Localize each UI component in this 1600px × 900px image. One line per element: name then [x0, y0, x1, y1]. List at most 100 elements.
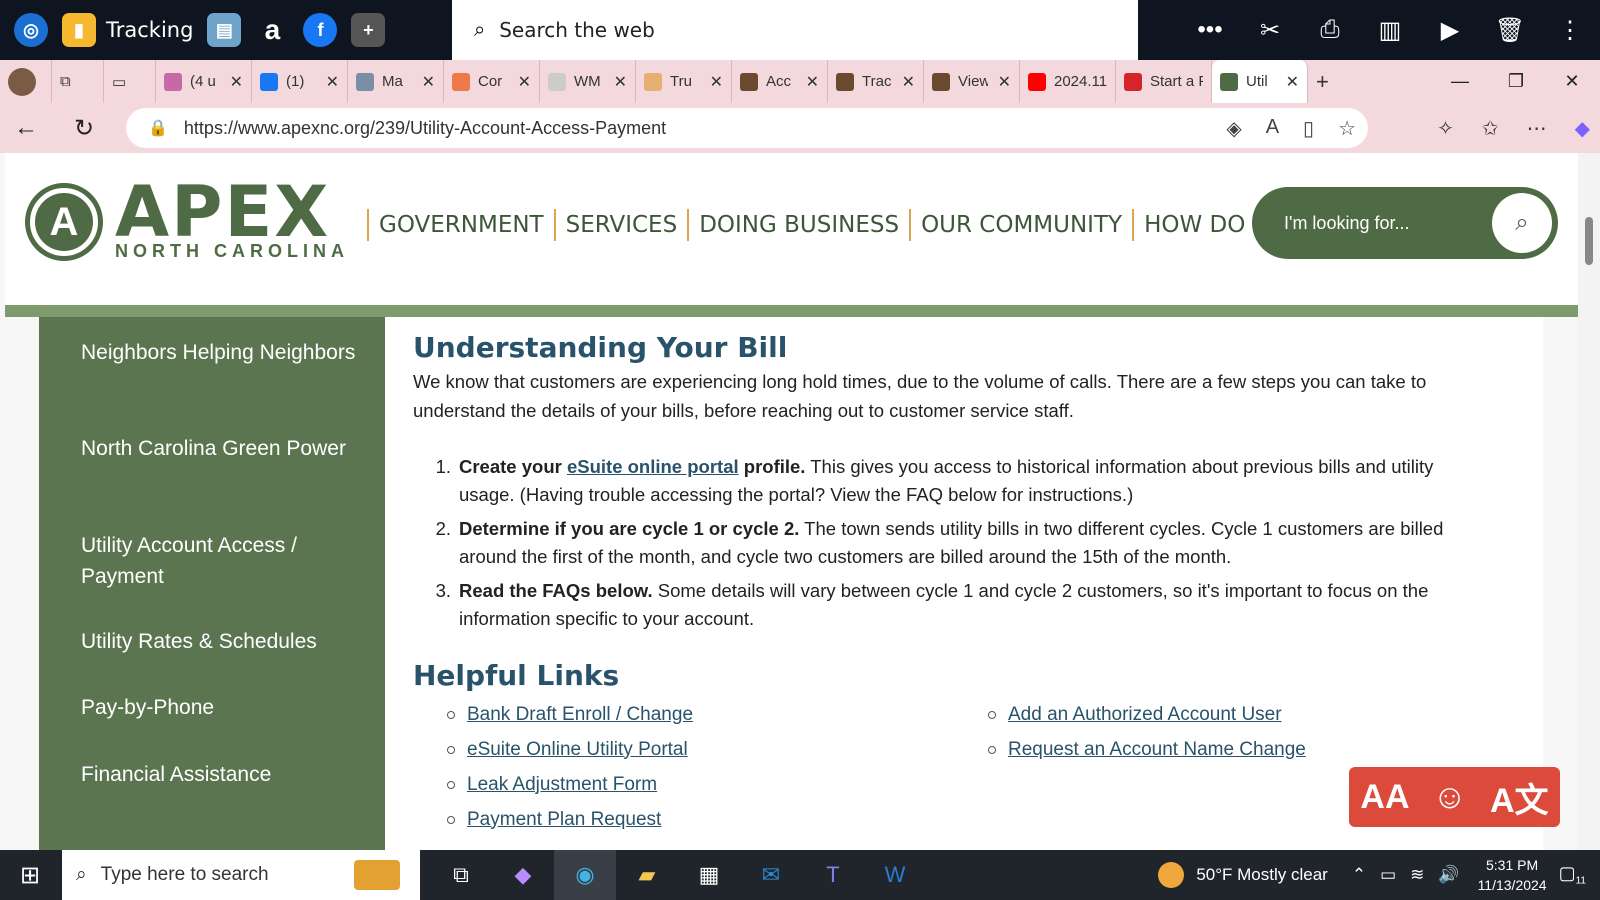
back-button[interactable]: ← — [0, 103, 52, 153]
word-icon[interactable]: W — [864, 850, 926, 900]
play-icon[interactable]: ▶ — [1420, 0, 1480, 60]
browser-tab[interactable]: 2024.11. — [1020, 60, 1116, 103]
close-window-icon[interactable]: ✕ — [1544, 60, 1600, 103]
settings-more-icon[interactable]: ⋯ — [1527, 116, 1547, 141]
chevron-up-icon[interactable]: ⌃ — [1352, 865, 1366, 885]
add-icon[interactable]: + — [351, 13, 386, 47]
tab-close-icon[interactable]: ✕ — [1286, 72, 1299, 92]
sidebar-item-financial-assistance[interactable]: Financial Assistance — [81, 759, 371, 790]
sidebar-item-utility-account[interactable]: Utility Account Access / Payment — [81, 530, 371, 592]
notification-icon[interactable]: ▢11 — [1559, 863, 1586, 887]
read-aloud-icon[interactable]: A — [1266, 116, 1279, 141]
site-search-button[interactable]: ⌕ — [1492, 193, 1552, 253]
browser-tab[interactable]: WM ✕ — [540, 60, 636, 103]
link-payment-plan[interactable]: Payment Plan Request — [447, 802, 693, 837]
immersive-reader-icon[interactable]: ▯ — [1303, 116, 1314, 141]
link-name-change[interactable]: Request an Account Name Change — [988, 732, 1306, 767]
browser-tab[interactable]: Tru ✕ — [636, 60, 732, 103]
profile-avatar[interactable] — [0, 60, 52, 103]
edge-taskbar-icon[interactable]: ◉ — [554, 850, 616, 900]
nav-government[interactable]: GOVERNMENT — [367, 209, 554, 241]
nav-services[interactable]: SERVICES — [553, 209, 688, 241]
notes-icon[interactable]: ▤ — [207, 13, 242, 47]
taskbar-search-input[interactable]: ⌕ Type here to search — [62, 850, 420, 900]
browser-tab[interactable]: Acc ✕ — [732, 60, 828, 103]
link-authorized-user[interactable]: Add an Authorized Account User — [988, 697, 1306, 732]
amazon-icon[interactable]: a — [255, 13, 289, 47]
favorite-star-icon[interactable]: ☆ — [1338, 116, 1356, 141]
link-bank-draft[interactable]: Bank Draft Enroll / Change — [447, 697, 693, 732]
trash-icon[interactable]: 🗑 — [1480, 0, 1540, 60]
scrollbar-thumb[interactable] — [1585, 217, 1593, 265]
search-icon: ⌕ — [76, 864, 87, 885]
nav-our-community[interactable]: OUR COMMUNITY — [909, 209, 1132, 241]
apex-logo-icon[interactable]: A — [25, 183, 103, 261]
tab-close-icon[interactable]: ✕ — [422, 72, 435, 92]
tab-close-icon[interactable]: ✕ — [806, 72, 819, 92]
esuite-portal-link[interactable]: eSuite online portal — [567, 456, 739, 477]
more-icon[interactable]: ••• — [1180, 0, 1240, 60]
page-scrollbar[interactable] — [1578, 153, 1600, 850]
tab-close-icon[interactable]: ✕ — [518, 72, 531, 92]
extensions-icon[interactable]: ✧ — [1437, 116, 1454, 141]
wifi-icon[interactable]: ≋ — [1410, 865, 1424, 885]
logo-title[interactable]: APEX — [115, 177, 330, 247]
tab-close-icon[interactable]: ✕ — [902, 72, 915, 92]
clock[interactable]: 5:31 PM 11/13/2024 — [1478, 855, 1547, 895]
teams-icon[interactable]: T — [802, 850, 864, 900]
workspaces-icon[interactable]: ⧉ — [52, 60, 104, 103]
list-item: 3. Read the FAQs below. Some details wil… — [435, 580, 1429, 629]
browser-tab[interactable]: Util ✕ — [1212, 60, 1308, 103]
browser-tab[interactable]: Trac ✕ — [828, 60, 924, 103]
copilot-taskbar-icon[interactable]: ◆ — [492, 850, 554, 900]
tab-close-icon[interactable]: ✕ — [710, 72, 723, 92]
tab-close-icon[interactable]: ✕ — [230, 72, 243, 92]
windows-start-icon[interactable]: ⊞ — [0, 850, 60, 900]
browser-tab[interactable]: Ma ✕ — [348, 60, 444, 103]
sidebar-item-neighbors-helping[interactable]: Neighbors Helping Neighbors — [81, 337, 371, 368]
url-bar[interactable]: 🔒 https://www.apexnc.org/239/Utility-Acc… — [126, 108, 1368, 148]
tab-close-icon[interactable]: ✕ — [998, 72, 1011, 92]
battery-icon[interactable]: ▭ — [1380, 865, 1396, 885]
weather-widget[interactable]: 50°F Mostly clear — [1158, 862, 1328, 888]
browser-tab[interactable]: View an ✕ — [924, 60, 1020, 103]
task-view-icon[interactable]: ⧉ — [430, 850, 492, 900]
volume-icon[interactable]: 🔊 — [1438, 865, 1459, 885]
site-search-input[interactable]: I'm looking for... ⌕ — [1252, 187, 1558, 259]
facebook-icon[interactable]: f — [303, 13, 338, 47]
minimize-icon[interactable]: — — [1432, 60, 1488, 103]
browser-tab[interactable]: Start a P — [1116, 60, 1212, 103]
clipboard-icon[interactable]: ▥ — [1360, 0, 1420, 60]
browser-tab[interactable]: (1) ✕ — [252, 60, 348, 103]
link-esuite-portal[interactable]: eSuite Online Utility Portal — [447, 732, 693, 767]
print-icon[interactable]: ⎙ — [1300, 0, 1360, 60]
restore-icon[interactable]: ❐ — [1488, 60, 1544, 103]
browser-tab[interactable]: Cor ✕ — [444, 60, 540, 103]
sidebar-item-pay-by-phone[interactable]: Pay-by-Phone — [81, 692, 371, 723]
refresh-button[interactable]: ↻ — [58, 103, 110, 153]
new-tab-button[interactable]: + — [1308, 60, 1360, 103]
url-text[interactable]: https://www.apexnc.org/239/Utility-Accou… — [184, 118, 666, 139]
outlook-icon[interactable]: ✉ — [740, 850, 802, 900]
nav-doing-business[interactable]: DOING BUSINESS — [687, 209, 909, 241]
store-icon[interactable]: ▦ — [678, 850, 740, 900]
scissors-icon[interactable]: ✂ — [1240, 0, 1300, 60]
logo-subtitle: NORTH CAROLINA — [115, 241, 349, 261]
web-search-box[interactable]: ⌕ Search the web — [452, 0, 1138, 60]
kebab-menu-icon[interactable]: ⋮ — [1540, 0, 1600, 60]
tab-close-icon[interactable]: ✕ — [614, 72, 627, 92]
tab-close-icon[interactable]: ✕ — [326, 72, 339, 92]
app-launcher-icon[interactable]: ◎ — [14, 13, 48, 47]
tab-actions-icon[interactable]: ▭ — [104, 60, 156, 103]
sidebar-item-nc-green-power[interactable]: North Carolina Green Power — [81, 433, 371, 464]
browser-tab[interactable]: (4 u ✕ — [156, 60, 252, 103]
accessibility-widget-button[interactable]: AA ☺ A文 — [1349, 767, 1560, 827]
file-explorer-icon[interactable]: ▰ — [616, 850, 678, 900]
sidebar-item-utility-rates[interactable]: Utility Rates & Schedules — [81, 626, 371, 657]
tracking-app-icon[interactable]: ▮ — [62, 13, 96, 47]
search-icon: ⌕ — [474, 18, 486, 41]
favorites-icon[interactable]: ✩ — [1482, 116, 1499, 141]
link-leak-adjustment[interactable]: Leak Adjustment Form — [447, 767, 693, 802]
security-icon[interactable]: ◈ — [1226, 116, 1241, 141]
copilot-icon[interactable]: ◆ — [1575, 116, 1590, 141]
